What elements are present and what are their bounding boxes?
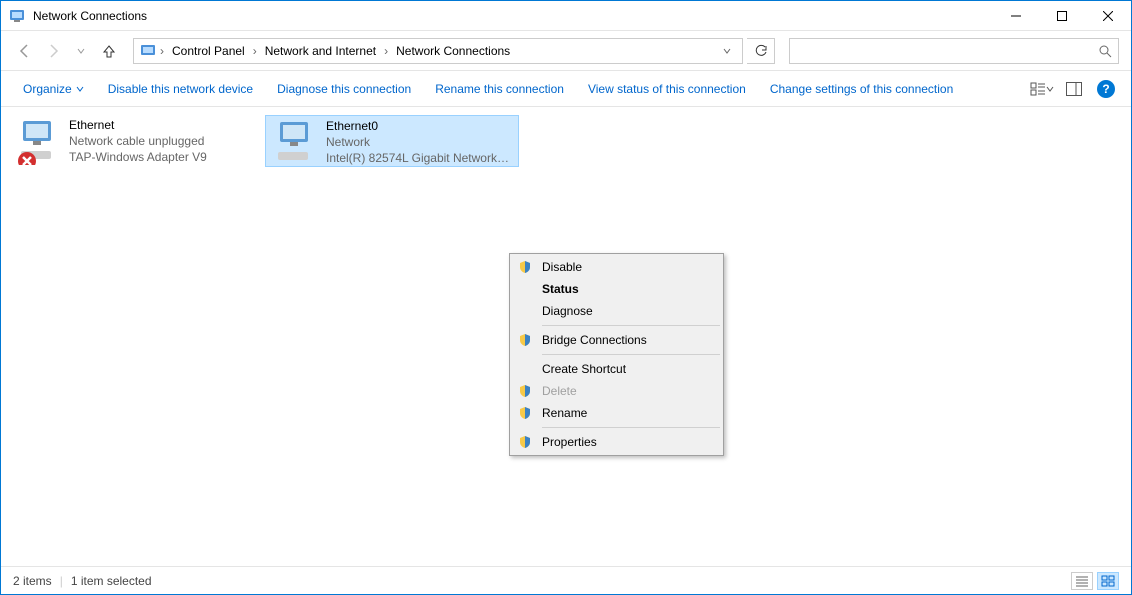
organize-menu[interactable]: Organize bbox=[13, 76, 94, 102]
shield-icon bbox=[518, 406, 532, 420]
disable-device-button[interactable]: Disable this network device bbox=[98, 76, 263, 102]
address-box[interactable]: › Control Panel › Network and Internet ›… bbox=[133, 38, 743, 64]
rename-connection-button[interactable]: Rename this connection bbox=[425, 76, 574, 102]
breadcrumb-item[interactable]: Control Panel bbox=[168, 42, 249, 60]
refresh-button[interactable] bbox=[747, 38, 775, 64]
ctx-rename[interactable]: Rename bbox=[512, 402, 721, 424]
separator: | bbox=[60, 574, 63, 588]
status-item-count: 2 items bbox=[13, 574, 52, 588]
diagnose-connection-button[interactable]: Diagnose this connection bbox=[267, 76, 421, 102]
network-adapter-icon bbox=[15, 117, 63, 165]
connection-status: Network cable unplugged bbox=[69, 133, 207, 149]
connection-item[interactable]: Ethernet0 Network Intel(R) 82574L Gigabi… bbox=[265, 115, 519, 167]
organize-label: Organize bbox=[23, 82, 72, 96]
recent-locations-dropdown[interactable] bbox=[69, 39, 93, 63]
shield-icon bbox=[518, 384, 532, 398]
status-selected-count: 1 item selected bbox=[71, 574, 152, 588]
chevron-down-icon bbox=[1046, 85, 1054, 93]
change-settings-button[interactable]: Change settings of this connection bbox=[760, 76, 963, 102]
connection-name: Ethernet0 bbox=[326, 118, 512, 134]
help-icon: ? bbox=[1097, 80, 1115, 98]
search-input[interactable] bbox=[796, 44, 1098, 58]
view-options-button[interactable] bbox=[1029, 76, 1055, 102]
titlebar: Network Connections bbox=[1, 1, 1131, 31]
chevron-down-icon bbox=[76, 85, 84, 93]
help-button[interactable]: ? bbox=[1093, 76, 1119, 102]
location-icon bbox=[140, 43, 156, 59]
search-icon[interactable] bbox=[1098, 44, 1112, 58]
maximize-button[interactable] bbox=[1039, 1, 1085, 31]
up-button[interactable] bbox=[97, 39, 121, 63]
large-icons-view-button[interactable] bbox=[1097, 572, 1119, 590]
status-bar: 2 items | 1 item selected bbox=[1, 566, 1131, 594]
chevron-right-icon: › bbox=[384, 44, 388, 58]
breadcrumb-item[interactable]: Network and Internet bbox=[261, 42, 380, 60]
ctx-status[interactable]: Status bbox=[512, 278, 721, 300]
shield-icon bbox=[518, 435, 532, 449]
connection-name: Ethernet bbox=[69, 117, 207, 133]
preview-pane-button[interactable] bbox=[1061, 76, 1087, 102]
forward-button[interactable] bbox=[41, 39, 65, 63]
separator bbox=[542, 325, 720, 326]
connection-device: TAP-Windows Adapter V9 bbox=[69, 149, 207, 165]
shield-icon bbox=[518, 260, 532, 274]
connection-item[interactable]: Ethernet Network cable unplugged TAP-Win… bbox=[9, 115, 263, 167]
view-status-button[interactable]: View status of this connection bbox=[578, 76, 756, 102]
window-title: Network Connections bbox=[33, 9, 147, 23]
shield-icon bbox=[518, 333, 532, 347]
separator bbox=[542, 427, 720, 428]
context-menu: Disable Status Diagnose Bridge Connectio… bbox=[509, 253, 724, 456]
back-button[interactable] bbox=[13, 39, 37, 63]
ctx-delete: Delete bbox=[512, 380, 721, 402]
ctx-diagnose[interactable]: Diagnose bbox=[512, 300, 721, 322]
separator bbox=[542, 354, 720, 355]
connection-device: Intel(R) 82574L Gigabit Network C... bbox=[326, 150, 512, 166]
chevron-right-icon: › bbox=[160, 44, 164, 58]
details-view-button[interactable] bbox=[1071, 572, 1093, 590]
ctx-bridge[interactable]: Bridge Connections bbox=[512, 329, 721, 351]
ctx-properties[interactable]: Properties bbox=[512, 431, 721, 453]
toolbar: Organize Disable this network device Dia… bbox=[1, 71, 1131, 107]
content-area: Ethernet Network cable unplugged TAP-Win… bbox=[1, 107, 1131, 561]
close-button[interactable] bbox=[1085, 1, 1131, 31]
ctx-create-shortcut[interactable]: Create Shortcut bbox=[512, 358, 721, 380]
chevron-right-icon: › bbox=[253, 44, 257, 58]
address-dropdown[interactable] bbox=[718, 46, 736, 56]
network-adapter-icon bbox=[272, 118, 320, 166]
breadcrumb-item[interactable]: Network Connections bbox=[392, 42, 514, 60]
minimize-button[interactable] bbox=[993, 1, 1039, 31]
app-icon bbox=[9, 8, 25, 24]
search-box[interactable] bbox=[789, 38, 1119, 64]
address-bar: › Control Panel › Network and Internet ›… bbox=[1, 31, 1131, 71]
ctx-disable[interactable]: Disable bbox=[512, 256, 721, 278]
connection-status: Network bbox=[326, 134, 512, 150]
